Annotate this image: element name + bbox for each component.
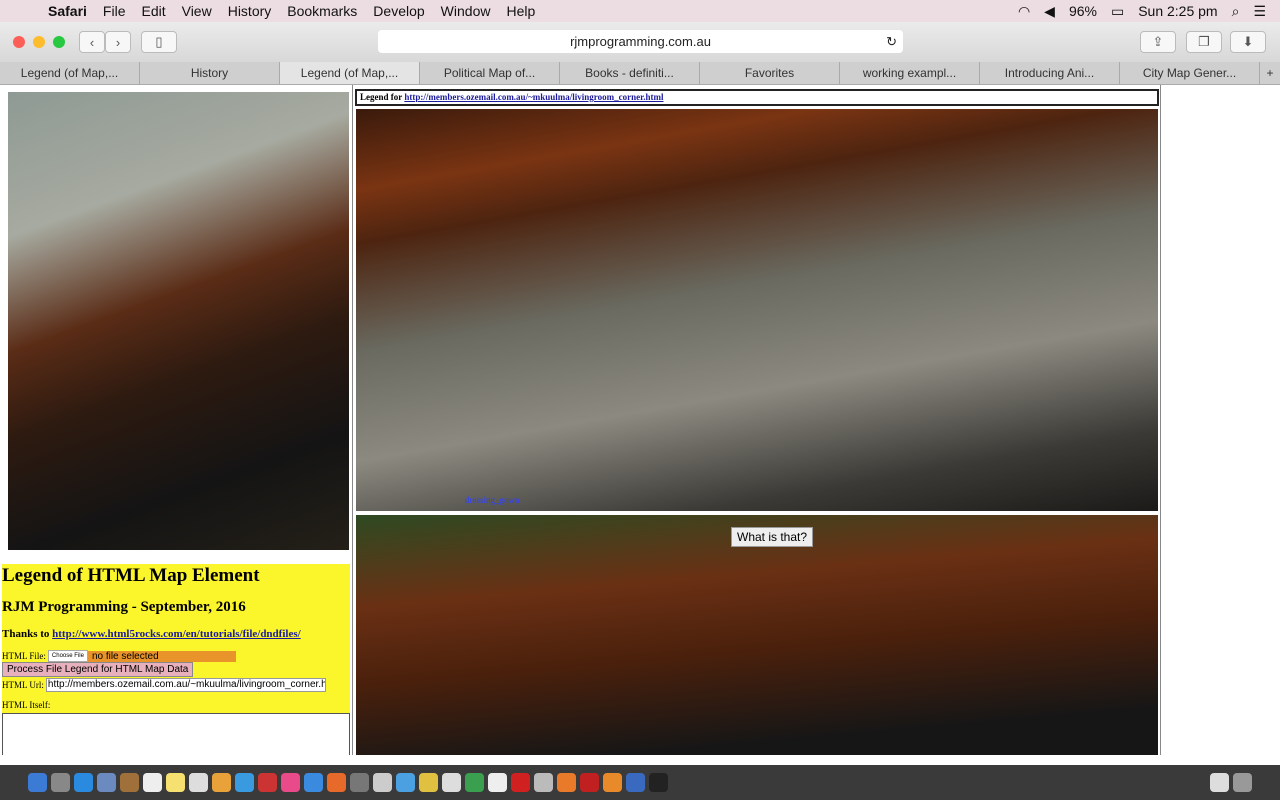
tooltip: What is that?	[731, 527, 814, 547]
app-icon[interactable]	[120, 773, 139, 792]
legend-header: Legend for http://members.ozemail.com.au…	[355, 89, 1159, 106]
finder-icon[interactable]	[28, 773, 47, 792]
battery-icon[interactable]: ▭	[1111, 3, 1124, 20]
tab-bar: Legend (of Map,... History Legend (of Ma…	[0, 62, 1280, 85]
app-icon[interactable]	[626, 773, 645, 792]
system-preferences-icon[interactable]	[350, 773, 369, 792]
frame-divider	[1160, 85, 1161, 755]
menu-bar: Safari File Edit View History Bookmarks …	[0, 0, 1280, 22]
app-icon[interactable]	[442, 773, 461, 792]
app-icon[interactable]	[396, 773, 415, 792]
new-tab-button[interactable]: +	[1260, 62, 1280, 84]
frame-divider	[352, 85, 353, 755]
thanks-prefix: Thanks to	[2, 628, 50, 640]
menu-view[interactable]: View	[174, 3, 220, 19]
menu-bookmarks[interactable]: Bookmarks	[279, 3, 365, 19]
map-area-label[interactable]: dressing_gown	[465, 495, 520, 505]
thanks-link[interactable]: http://www.html5rocks.com/en/tutorials/f…	[52, 628, 301, 640]
chrome-icon[interactable]	[465, 773, 484, 792]
filezilla-icon[interactable]	[580, 773, 599, 792]
file-label: HTML File:	[2, 651, 46, 661]
reload-icon[interactable]: ↻	[886, 30, 897, 53]
app-icon[interactable]	[97, 773, 116, 792]
app-icon[interactable]	[419, 773, 438, 792]
photos-icon[interactable]	[212, 773, 231, 792]
close-window-button[interactable]	[13, 36, 25, 48]
document-icon[interactable]	[488, 773, 507, 792]
spotlight-icon[interactable]: ⌕	[1232, 3, 1240, 20]
menu-window[interactable]: Window	[433, 3, 499, 19]
map-image-area[interactable]	[356, 109, 1158, 511]
map-image-area[interactable]	[356, 515, 1158, 755]
minimize-window-button[interactable]	[33, 36, 45, 48]
html-url-input[interactable]: http://members.ozemail.com.au/~mkuulma/l…	[45, 678, 326, 692]
forward-button[interactable]: ›	[105, 31, 131, 53]
sidebar-toggle-icon[interactable]: ▯	[141, 31, 177, 53]
volume-icon[interactable]: ◀	[1044, 3, 1055, 20]
firefox-icon[interactable]	[557, 773, 576, 792]
tab[interactable]: Introducing Ani...	[980, 62, 1120, 84]
tab[interactable]: Legend (of Map,...	[0, 62, 140, 84]
vlc-icon[interactable]	[603, 773, 622, 792]
html-itself-textarea[interactable]	[2, 713, 350, 755]
tabs-overview-icon[interactable]: ❐	[1186, 31, 1222, 53]
launchpad-icon[interactable]	[51, 773, 70, 792]
process-button[interactable]: Process File Legend for HTML Map Data	[2, 662, 194, 677]
terminal-icon[interactable]	[649, 773, 668, 792]
tab[interactable]: working exampl...	[840, 62, 980, 84]
trash-icon[interactable]	[1233, 773, 1252, 792]
browser-toolbar: ‹ › ▯ rjmprogramming.com.au ↻ ⇪ ❐ ⬇	[0, 22, 1280, 62]
notification-center-icon[interactable]: ☰	[1253, 3, 1266, 20]
legend-prefix: Legend for	[360, 92, 403, 102]
tab[interactable]: City Map Gener...	[1120, 62, 1260, 84]
menu-help[interactable]: Help	[498, 3, 543, 19]
app-icon[interactable]	[189, 773, 208, 792]
map-image-thumbnail[interactable]	[8, 92, 349, 550]
page-subtitle: RJM Programming - September, 2016	[2, 599, 246, 615]
app-icon[interactable]	[534, 773, 553, 792]
page-title: Legend of HTML Map Element	[2, 565, 260, 586]
messages-icon[interactable]	[235, 773, 254, 792]
clock[interactable]: Sun 2:25 pm	[1138, 3, 1217, 19]
tab[interactable]: History	[140, 62, 280, 84]
url-label: HTML Url:	[2, 680, 44, 690]
app-store-icon[interactable]	[304, 773, 323, 792]
itunes-icon[interactable]	[281, 773, 300, 792]
battery-percent[interactable]: 96%	[1069, 3, 1097, 19]
app-icon[interactable]	[373, 773, 392, 792]
safari-icon[interactable]	[74, 773, 93, 792]
tab[interactable]: Favorites	[700, 62, 840, 84]
page-content: Legend for http://members.ozemail.com.au…	[0, 85, 1280, 755]
notes-icon[interactable]	[166, 773, 185, 792]
downloads-icon[interactable]: ⬇	[1230, 31, 1266, 53]
menu-history[interactable]: History	[220, 3, 280, 19]
file-status: no file selected	[87, 650, 236, 662]
legend-form-panel: Legend of HTML Map Element RJM Programmi…	[2, 564, 350, 713]
thanks-line: Thanks to http://www.html5rocks.com/en/t…	[2, 628, 350, 640]
app-icon[interactable]	[327, 773, 346, 792]
legend-link[interactable]: http://members.ozemail.com.au/~mkuulma/l…	[404, 92, 663, 102]
url-text: rjmprogramming.com.au	[570, 34, 711, 49]
menu-app[interactable]: Safari	[40, 3, 95, 19]
menu-file[interactable]: File	[95, 3, 134, 19]
folder-icon[interactable]	[1210, 773, 1229, 792]
wifi-icon[interactable]: ◠	[1018, 3, 1030, 20]
app-icon[interactable]	[258, 773, 277, 792]
zoom-window-button[interactable]	[53, 36, 65, 48]
dock	[0, 765, 1280, 800]
tab[interactable]: Books - definiti...	[560, 62, 700, 84]
share-icon[interactable]: ⇪	[1140, 31, 1176, 53]
menu-edit[interactable]: Edit	[133, 3, 173, 19]
back-button[interactable]: ‹	[79, 31, 105, 53]
tab[interactable]: Political Map of...	[420, 62, 560, 84]
html-itself-label: HTML Itself:	[2, 700, 51, 710]
calendar-icon[interactable]	[143, 773, 162, 792]
opera-icon[interactable]	[511, 773, 530, 792]
choose-file-button[interactable]: Choose File	[47, 650, 88, 662]
address-bar[interactable]: rjmprogramming.com.au ↻	[378, 30, 903, 53]
tab-active[interactable]: Legend (of Map,...	[280, 62, 420, 84]
menu-develop[interactable]: Develop	[365, 3, 432, 19]
